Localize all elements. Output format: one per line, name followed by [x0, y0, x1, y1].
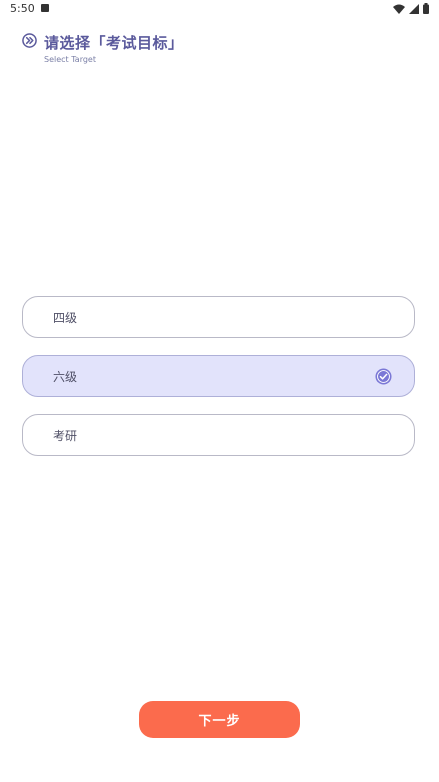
status-time: 5:50 [10, 2, 35, 15]
option-cet6[interactable]: 六级 [22, 355, 415, 397]
double-chevron-right-icon [22, 33, 37, 48]
signal-icon [409, 3, 419, 14]
status-bar: 5:50 [0, 0, 439, 18]
wifi-icon [393, 4, 405, 14]
page-subtitle: Select Target [44, 55, 96, 64]
option-label: 六级 [53, 370, 78, 384]
page-title: 请选择「考试目标」 [44, 34, 184, 52]
next-button-label: 下一步 [198, 714, 241, 729]
next-button[interactable]: 下一步 [139, 701, 300, 738]
option-postgraduate[interactable]: 考研 [22, 414, 415, 456]
notification-icon [41, 4, 49, 12]
option-cet4[interactable]: 四级 [22, 296, 415, 338]
status-icons [393, 3, 429, 14]
check-circle-icon [375, 368, 392, 385]
option-label: 考研 [53, 429, 78, 443]
option-label: 四级 [53, 311, 78, 325]
screen: 5:50 请选择「考试目标」 Select Target 四级 六级 考研 下一… [0, 0, 439, 782]
battery-icon [423, 3, 429, 14]
page-header: 请选择「考试目标」 Select Target [22, 32, 422, 72]
